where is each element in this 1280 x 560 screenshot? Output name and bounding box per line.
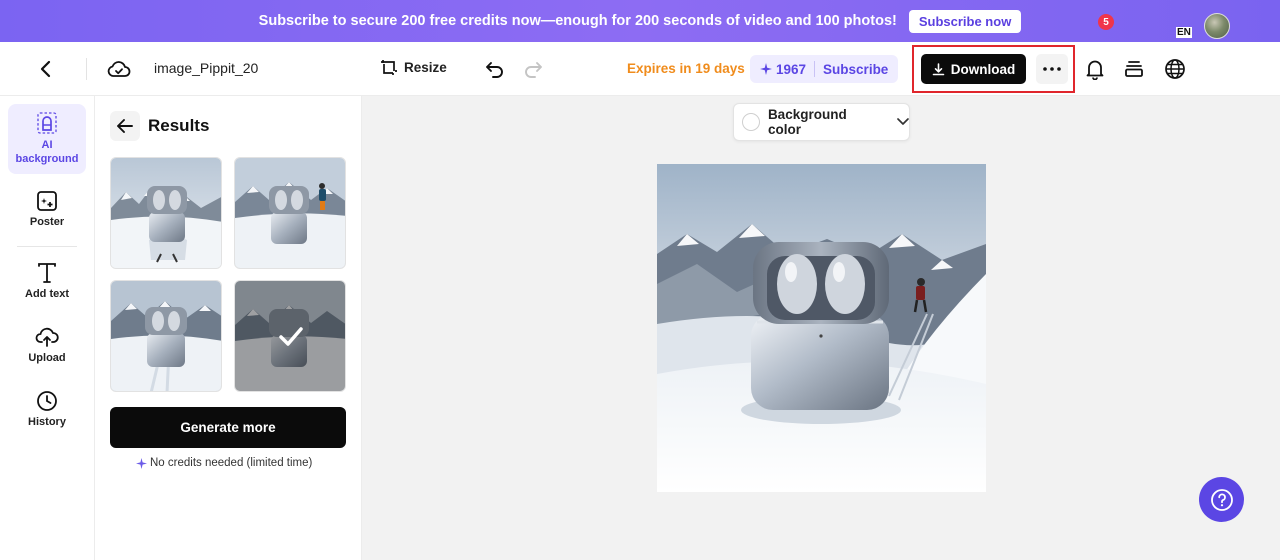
ai-background-icon: [37, 112, 57, 134]
help-button[interactable]: [1199, 477, 1244, 522]
rail-item-add-text[interactable]: Add text: [8, 262, 86, 300]
credits-pill[interactable]: 1967 Subscribe: [750, 55, 899, 83]
color-swatch: [742, 113, 760, 131]
undo-button[interactable]: [484, 58, 506, 80]
promo-banner: Subscribe to secure 200 free credits now…: [0, 0, 1280, 42]
sparkle-icon: [136, 457, 147, 469]
poster-icon: [37, 191, 57, 211]
redo-icon: [525, 62, 542, 78]
rail-label: AI background: [15, 139, 79, 165]
layers-icon: [1125, 61, 1143, 77]
rail-label: History: [28, 416, 66, 428]
back-button[interactable]: [34, 57, 58, 81]
credits-count: 1967: [776, 61, 807, 77]
result-thumbnail-4-selected[interactable]: [234, 280, 346, 392]
chevron-down-icon: [897, 118, 909, 125]
result-thumbnail-1[interactable]: [110, 157, 222, 269]
notifications-button[interactable]: [1082, 56, 1108, 82]
rail-item-ai-background[interactable]: AI background: [8, 104, 86, 174]
notification-badge: 5: [1098, 14, 1114, 30]
result-thumbnail-2[interactable]: [234, 157, 346, 269]
subscribe-button[interactable]: Subscribe: [823, 62, 888, 77]
language-code: EN: [1176, 27, 1192, 38]
language-button[interactable]: [1164, 55, 1196, 83]
text-icon: [38, 263, 56, 283]
rail-item-poster[interactable]: Poster: [8, 190, 86, 228]
tool-rail: AI background Poster Add text Upload His…: [0, 96, 95, 560]
bell-icon: [1086, 60, 1104, 80]
credits-note-text: No credits needed (limited time): [150, 457, 313, 469]
cloud-sync-button[interactable]: [106, 57, 132, 81]
globe-icon: [1165, 59, 1185, 79]
rail-label: Upload: [28, 352, 66, 364]
resize-button[interactable]: Resize: [380, 58, 447, 76]
resize-label: Resize: [404, 59, 447, 75]
document-title[interactable]: image_Pippit_20: [154, 60, 258, 76]
chevron-left-icon: [40, 60, 51, 78]
credits-note: No credits needed (limited time): [136, 457, 312, 469]
cloud-check-icon: [107, 61, 131, 77]
upload-icon: [35, 327, 59, 347]
rail-item-upload[interactable]: Upload: [8, 326, 86, 364]
rail-divider: [17, 246, 77, 247]
rail-label: Poster: [29, 216, 65, 228]
expiry-notice: Expires in 19 days: [627, 61, 745, 76]
main-canvas-image[interactable]: [657, 164, 986, 492]
layers-button[interactable]: [1122, 57, 1146, 81]
history-icon: [37, 391, 57, 411]
results-back-button[interactable]: [110, 111, 140, 141]
promo-text: Subscribe to secure 200 free credits now…: [258, 13, 897, 29]
generate-more-button[interactable]: Generate more: [110, 407, 346, 448]
resize-icon: [381, 60, 397, 75]
subscribe-now-button[interactable]: Subscribe now: [908, 9, 1022, 33]
user-avatar[interactable]: [1204, 13, 1230, 39]
rail-label: Add text: [25, 288, 69, 300]
background-color-dropdown[interactable]: Background color: [733, 103, 910, 141]
help-icon: [1210, 488, 1233, 511]
undo-icon: [486, 62, 503, 78]
arrow-left-icon: [117, 119, 133, 133]
toolbar-divider: [86, 58, 87, 80]
result-thumbnail-3[interactable]: [110, 280, 222, 392]
results-title: Results: [148, 116, 210, 135]
top-toolbar: image_Pippit_20 Resize Expires in 19 day…: [0, 42, 1280, 96]
background-color-label: Background color: [767, 107, 847, 137]
pill-divider: [814, 61, 816, 77]
redo-button[interactable]: [522, 58, 544, 80]
rail-item-history[interactable]: History: [8, 390, 86, 428]
download-highlight-box: [912, 45, 1075, 93]
sparkle-icon: [760, 63, 772, 75]
